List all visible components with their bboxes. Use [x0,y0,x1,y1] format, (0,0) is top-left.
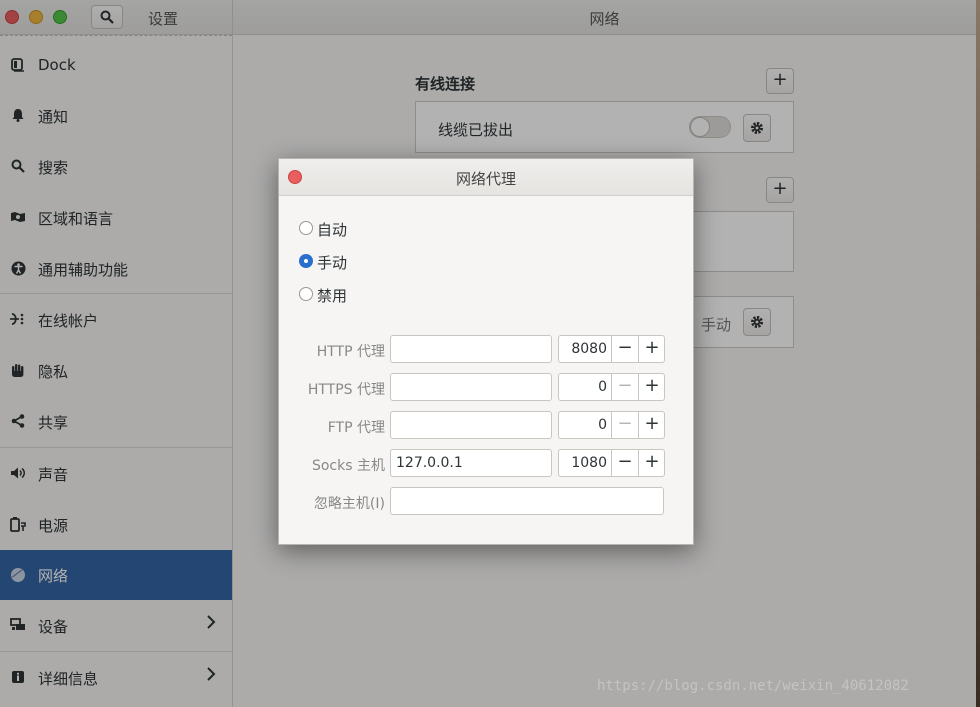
http-proxy-label: HTTP 代理 [316,344,385,360]
ignore-hosts-input[interactable] [390,487,664,515]
radio-button-selected[interactable] [299,254,313,268]
ftp-proxy-port-stepper[interactable]: 0 − + [558,411,665,439]
increment-button[interactable]: + [638,336,665,362]
https-proxy-port-stepper[interactable]: 0 − + [558,373,665,401]
radio-label: 手动 [317,254,348,272]
watermark: https://blog.csdn.net/weixin_40612082 [597,678,909,694]
ftp-proxy-label: FTP 代理 [327,420,385,436]
socks-host-input[interactable]: 127.0.0.1 [390,449,552,477]
https-proxy-label: HTTPS 代理 [307,382,385,398]
port-value[interactable]: 0 [559,374,607,400]
decrement-button[interactable]: − [611,336,638,362]
http-proxy-host-input[interactable] [390,335,552,363]
desktop-wallpaper [976,0,980,707]
radio-button[interactable] [299,287,313,301]
ignore-hosts-label: 忽略主机(I) [313,496,385,512]
increment-button[interactable]: + [638,412,665,438]
port-value[interactable]: 0 [559,412,607,438]
socks-host-label: Socks 主机 [311,458,385,474]
radio-label: 禁用 [317,287,348,305]
port-value[interactable]: 1080 [559,450,607,476]
dialog-header: 网络代理 [279,159,693,196]
socks-port-stepper[interactable]: 1080 − + [558,449,665,477]
decrement-button[interactable]: − [611,412,638,438]
radio-label: 自动 [317,221,348,239]
https-proxy-host-input[interactable] [390,373,552,401]
network-proxy-dialog: 网络代理 自动 手动 禁用 HTTP 代理 8080 − + HTTPS 代理 … [278,158,694,545]
ftp-proxy-host-input[interactable] [390,411,552,439]
port-value[interactable]: 8080 [559,336,607,362]
increment-button[interactable]: + [638,450,665,476]
decrement-button[interactable]: − [611,374,638,400]
dialog-title: 网络代理 [455,170,516,188]
http-proxy-port-stepper[interactable]: 8080 − + [558,335,665,363]
radio-button[interactable] [299,221,313,235]
decrement-button[interactable]: − [611,450,638,476]
increment-button[interactable]: + [638,374,665,400]
